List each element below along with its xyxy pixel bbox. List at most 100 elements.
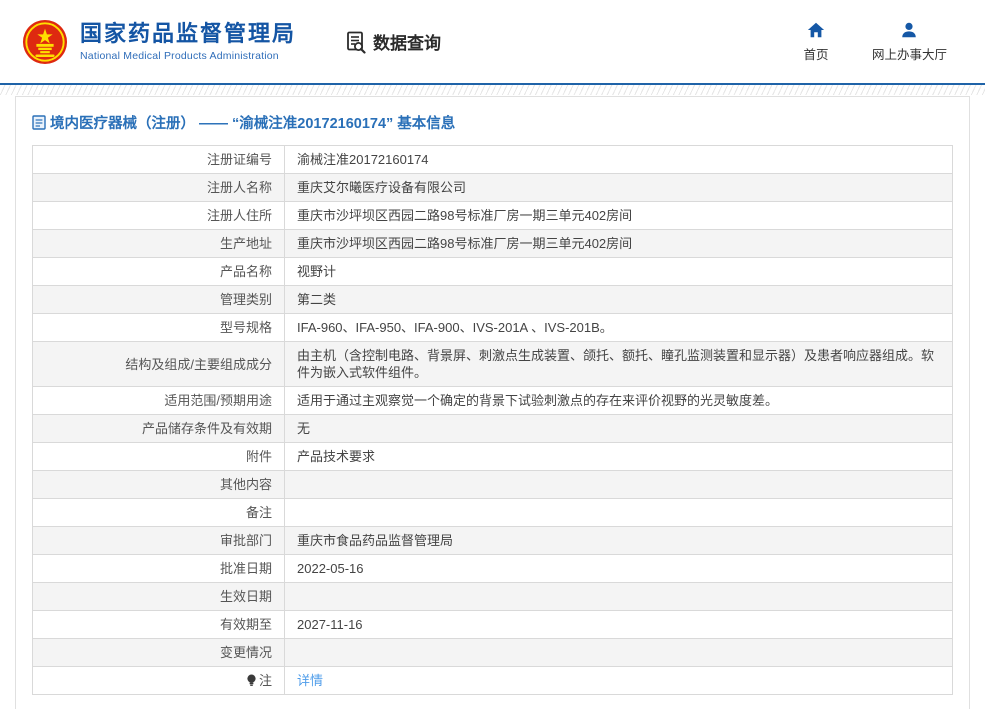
row-value: IFA-960、IFA-950、IFA-900、IVS-201A 、IVS-20…: [284, 313, 953, 342]
info-table-body: 注册证编号 渝械注准20172160174 注册人名称 重庆艾尔曦医疗设备有限公…: [32, 145, 953, 695]
row-label: 产品名称: [32, 257, 285, 286]
row-label: 注: [32, 666, 285, 695]
row-value: 适用于通过主观察觉一个确定的背景下试验刺激点的存在来评价视野的光灵敏度差。: [284, 386, 953, 415]
row-label-text: 管理类别: [219, 292, 272, 307]
brand-title-en: National Medical Products Administration: [80, 50, 279, 62]
table-row: 生产地址 重庆市沙坪坝区西园二路98号标准厂房一期三单元402房间: [32, 229, 953, 258]
table-row: 适用范围/预期用途 适用于通过主观察觉一个确定的背景下试验刺激点的存在来评价视野…: [32, 386, 953, 415]
row-label: 型号规格: [32, 313, 285, 342]
brand-title-cn: 国家药品监督管理局: [80, 21, 297, 46]
row-label: 生产地址: [32, 229, 285, 258]
table-row: 有效期至 2027-11-16: [32, 610, 953, 639]
row-value: 重庆市沙坪坝区西园二路98号标准厂房一期三单元402房间: [284, 201, 953, 230]
table-row: 产品名称 视野计: [32, 257, 953, 286]
table-row: 审批部门 重庆市食品药品监督管理局: [32, 526, 953, 555]
row-value: [284, 582, 953, 611]
nav-item-label: 网上办事大厅: [871, 47, 947, 62]
row-label-text: 产品储存条件及有效期: [141, 421, 272, 436]
nav-item-label: 首页: [803, 47, 829, 62]
row-label: 其他内容: [32, 470, 285, 499]
row-label: 变更情况: [32, 638, 285, 667]
info-table: 注册证编号 渝械注准20172160174 注册人名称 重庆艾尔曦医疗设备有限公…: [32, 145, 953, 695]
table-row: 结构及组成/主要组成成分 由主机（含控制电路、背景屏、刺激点生成装置、颌托、额托…: [32, 341, 953, 387]
detail-link[interactable]: 详情: [297, 673, 323, 688]
page-title: 境内医疗器械（注册） —— “渝械注准20172160174” 基本信息: [16, 97, 969, 145]
row-value: 无: [284, 414, 953, 443]
row-label: 备注: [32, 498, 285, 527]
row-label-text: 适用范围/预期用途: [164, 393, 272, 408]
row-label-text: 变更情况: [219, 645, 272, 660]
row-value: 第二类: [284, 285, 953, 314]
row-label-text: 结构及组成/主要组成成分: [125, 356, 272, 372]
row-label: 审批部门: [32, 526, 285, 555]
row-value: 渝械注准20172160174: [284, 145, 953, 174]
row-value: 重庆市食品药品监督管理局: [284, 526, 953, 555]
home-icon: [807, 22, 825, 37]
row-label-text: 其他内容: [219, 477, 272, 492]
table-row: 产品储存条件及有效期 无: [32, 414, 953, 443]
row-value: 由主机（含控制电路、背景屏、刺激点生成装置、颌托、额托、瞳孔监测装置和显示器）及…: [284, 341, 953, 387]
row-value: [284, 638, 953, 667]
page-icon: [32, 115, 46, 130]
row-label-text: 备注: [245, 505, 272, 520]
row-label-text: 型号规格: [219, 320, 272, 335]
row-value: [284, 470, 953, 499]
table-row: 批准日期 2022-05-16: [32, 554, 953, 583]
row-label: 批准日期: [32, 554, 285, 583]
nav-item-service-hall[interactable]: 网上办事大厅: [872, 21, 947, 63]
row-label-text: 生效日期: [219, 589, 272, 604]
document-search-icon: [347, 31, 366, 54]
data-query-nav[interactable]: 数据查询: [344, 29, 441, 54]
row-label-text: 产品名称: [219, 264, 272, 279]
row-label-text: 注册人住所: [206, 208, 272, 223]
table-row: 注册人名称 重庆艾尔曦医疗设备有限公司: [32, 173, 953, 202]
national-emblem-logo[interactable]: [22, 19, 68, 65]
row-label: 附件: [32, 442, 285, 471]
row-label: 适用范围/预期用途: [32, 386, 285, 415]
row-label-text: 有效期至: [219, 617, 272, 632]
row-label: 产品储存条件及有效期: [32, 414, 285, 443]
data-query-label: 数据查询: [373, 34, 442, 53]
row-label-text: 审批部门: [219, 533, 272, 548]
site-header: 国家药品监督管理局 National Medical Products Admi…: [0, 0, 985, 85]
row-value: 重庆艾尔曦医疗设备有限公司: [284, 173, 953, 202]
row-label-text: 附件: [245, 449, 272, 464]
row-value: 2027-11-16: [284, 610, 953, 639]
row-value: [284, 498, 953, 527]
table-row: 备注: [32, 498, 953, 527]
row-label: 注册证编号: [32, 145, 285, 174]
row-label-text: 生产地址: [219, 236, 272, 251]
row-value: 重庆市沙坪坝区西园二路98号标准厂房一期三单元402房间: [284, 229, 953, 258]
table-row: 变更情况: [32, 638, 953, 667]
row-label: 注册人名称: [32, 173, 285, 202]
row-value: 视野计: [284, 257, 953, 286]
table-row: 生效日期: [32, 582, 953, 611]
table-row: 管理类别 第二类: [32, 285, 953, 314]
row-value: 详情: [284, 666, 953, 695]
nav-item-home[interactable]: 首页: [798, 21, 834, 63]
content-card: 境内医疗器械（注册） —— “渝械注准20172160174” 基本信息 注册证…: [15, 96, 970, 709]
table-row: 附件 产品技术要求: [32, 442, 953, 471]
top-nav: 首页 网上办事大厅: [798, 21, 965, 63]
row-label: 结构及组成/主要组成成分: [32, 341, 285, 387]
brand-block: 国家药品监督管理局 National Medical Products Admi…: [80, 21, 296, 62]
row-label-text: 注册人名称: [206, 180, 272, 195]
row-value: 2022-05-16: [284, 554, 953, 583]
table-row: 其他内容: [32, 470, 953, 499]
info-table-wrap: 注册证编号 渝械注准20172160174 注册人名称 重庆艾尔曦医疗设备有限公…: [16, 145, 969, 709]
table-row: 注册证编号 渝械注准20172160174: [32, 145, 953, 174]
row-label: 注册人住所: [32, 201, 285, 230]
row-label: 有效期至: [32, 610, 285, 639]
row-label-text: 注册证编号: [206, 152, 272, 167]
page-title-text: 境内医疗器械（注册） —— “渝械注准20172160174” 基本信息: [50, 116, 456, 132]
row-label-text: 注: [258, 673, 272, 688]
table-row: 型号规格 IFA-960、IFA-950、IFA-900、IVS-201A 、I…: [32, 313, 953, 342]
user-icon: [902, 22, 917, 37]
row-label: 生效日期: [32, 582, 285, 611]
row-label-text: 批准日期: [219, 561, 272, 576]
hatched-divider: [0, 85, 985, 95]
row-value: 产品技术要求: [284, 442, 953, 471]
table-row: 注册人住所 重庆市沙坪坝区西园二路98号标准厂房一期三单元402房间: [32, 201, 953, 230]
table-row: 注 详情: [32, 666, 953, 695]
bulb-icon: [247, 674, 256, 686]
